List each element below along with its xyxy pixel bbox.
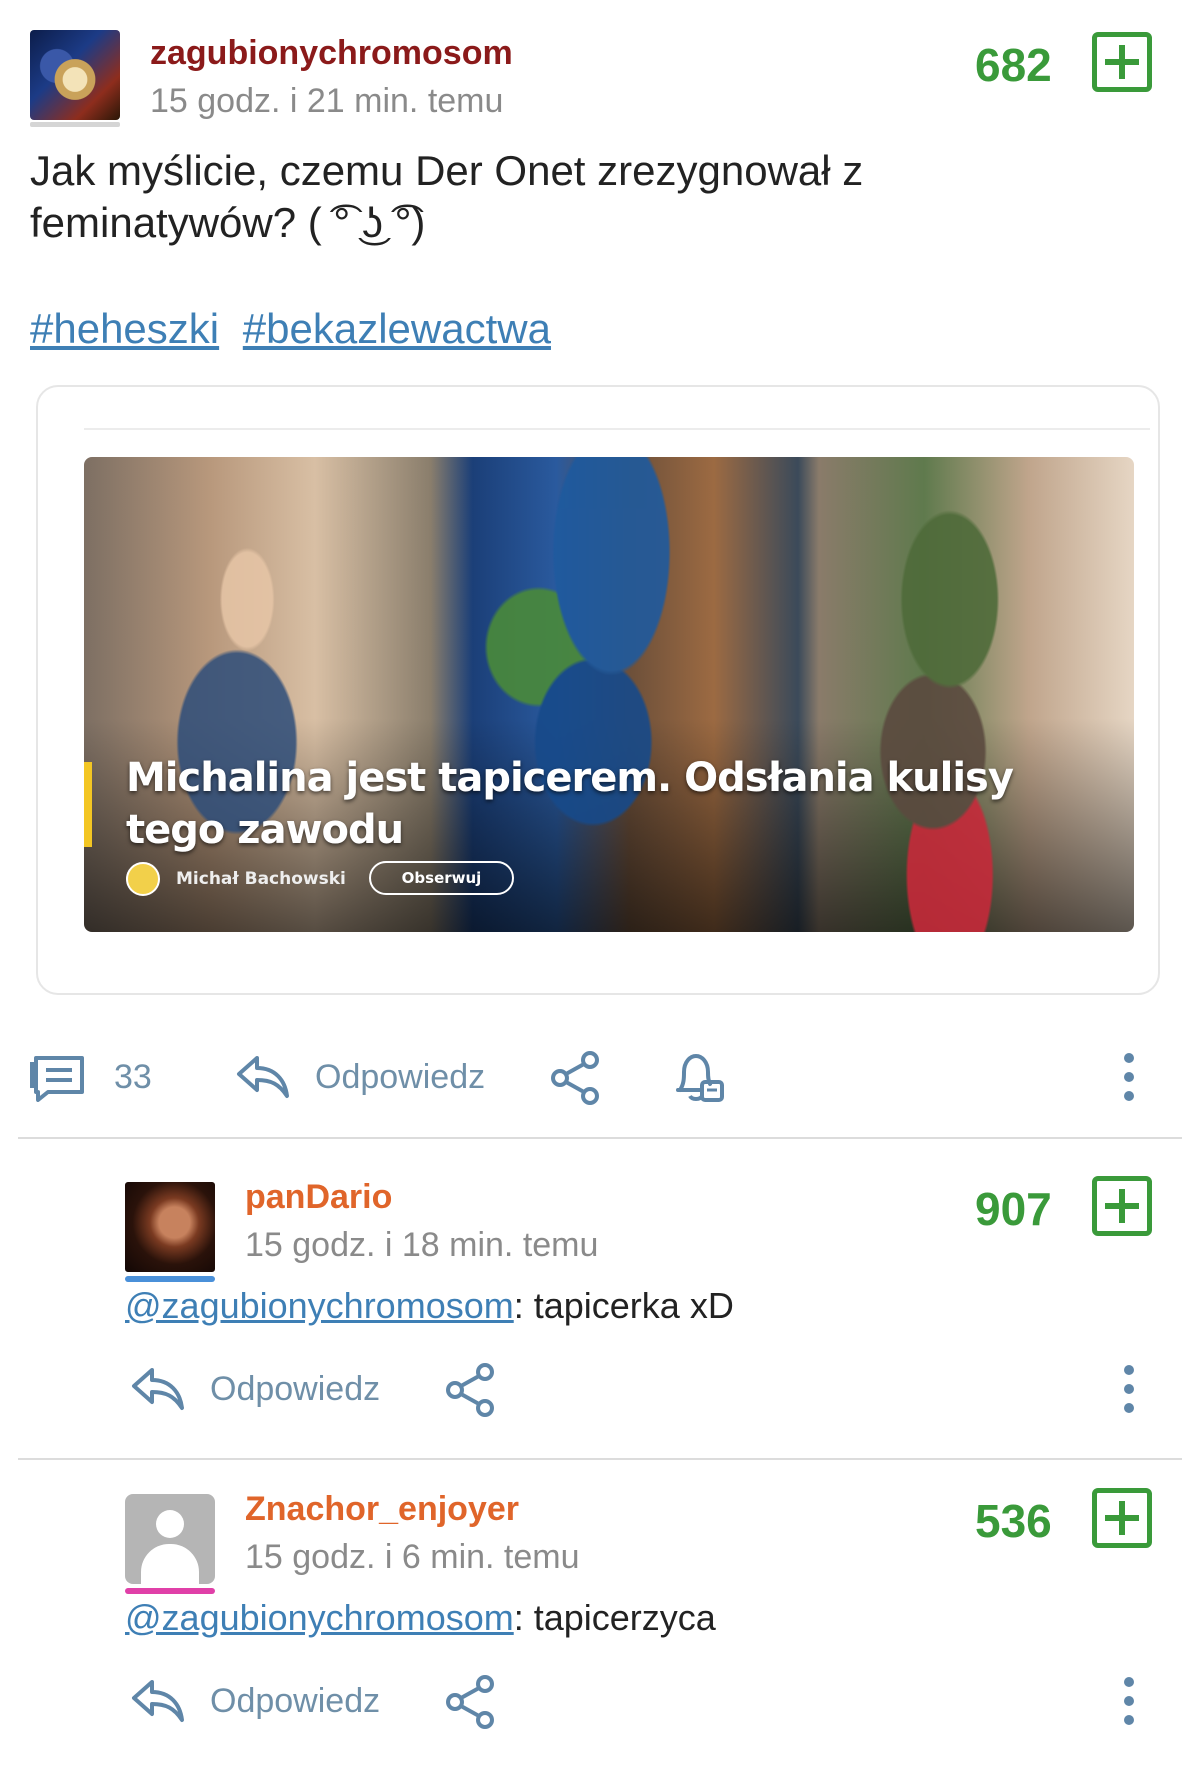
share-icon[interactable]: [443, 1362, 499, 1418]
embed-headline-line: Michalina jest tapicerem. Odsłania kulis…: [126, 755, 1014, 801]
more-options-icon[interactable]: [1124, 1053, 1134, 1101]
embed-headline-line: tego zawodu: [126, 807, 404, 853]
avatar-underline: [125, 1276, 215, 1282]
avatar-underline: [30, 122, 120, 127]
avatar[interactable]: [125, 1182, 215, 1272]
post-time: 15 godz. i 21 min. temu: [150, 82, 504, 120]
comment-text: : tapicerzyca: [513, 1597, 716, 1638]
comment-time: 15 godz. i 6 min. temu: [245, 1538, 580, 1576]
avatar-underline: [125, 1588, 215, 1594]
reply-button[interactable]: Odpowiedz: [315, 1058, 485, 1097]
comment-text: : tapicerka xD: [513, 1285, 734, 1326]
avatar[interactable]: [30, 30, 120, 120]
mention-link[interactable]: @zagubionychromosom: [125, 1597, 514, 1638]
reply-icon[interactable]: [130, 1676, 186, 1726]
comment-time: 15 godz. i 18 min. temu: [245, 1226, 599, 1264]
comments-icon[interactable]: [30, 1052, 86, 1102]
comment-body: @zagubionychromosom: tapicerka xD: [125, 1285, 734, 1327]
avatar-placeholder[interactable]: [125, 1494, 215, 1584]
embed-photo-panel: [799, 457, 1134, 932]
share-icon[interactable]: [548, 1050, 604, 1106]
embed-accent-bar: [84, 762, 92, 847]
mention-link[interactable]: @zagubionychromosom: [125, 1285, 514, 1326]
avatar-head-shape: [156, 1510, 184, 1538]
tag-link[interactable]: #heheszki: [30, 305, 219, 352]
share-icon[interactable]: [443, 1674, 499, 1730]
post-tags: #heheszki #bekazlewactwa: [30, 305, 563, 353]
divider: [18, 1458, 1182, 1460]
post-text-line: Jak myślicie, czemu Der Onet zrezygnował…: [30, 147, 864, 194]
comment-body: @zagubionychromosom: tapicerzyca: [125, 1597, 716, 1639]
more-options-icon[interactable]: [1124, 1365, 1134, 1413]
reply-icon[interactable]: [130, 1364, 186, 1414]
tag-link[interactable]: #bekazlewactwa: [243, 305, 551, 352]
embed-photo-panel: [84, 457, 424, 932]
post-text-line: feminatywów? ( ͡° ͜ʖ ͡°): [30, 199, 426, 246]
more-options-icon[interactable]: [1124, 1677, 1134, 1725]
reply-icon[interactable]: [235, 1052, 291, 1102]
comment-username[interactable]: Znachor_enjoyer: [245, 1490, 519, 1529]
comment-vote-count: 907: [975, 1183, 1052, 1235]
notification-bell-icon[interactable]: [670, 1050, 726, 1106]
embed-follow-button: Obserwuj: [369, 861, 514, 895]
comment-username[interactable]: panDario: [245, 1178, 392, 1217]
comment-vote-count: 536: [975, 1495, 1052, 1547]
reply-button[interactable]: Odpowiedz: [210, 1682, 380, 1721]
embed-headline: Michalina jest tapicerem. Odsłania kulis…: [126, 752, 1026, 856]
post-body: Jak myślicie, czemu Der Onet zrezygnował…: [30, 145, 1030, 249]
post-username[interactable]: zagubionychromosom: [150, 34, 513, 73]
plus-vote-icon[interactable]: [1092, 1488, 1152, 1548]
embed-author: Michał Bachowski: [176, 869, 346, 889]
comments-count[interactable]: 33: [114, 1058, 152, 1097]
post-vote-count: 682: [975, 39, 1052, 91]
divider: [18, 1137, 1182, 1139]
plus-vote-icon[interactable]: [1092, 1176, 1152, 1236]
plus-vote-icon[interactable]: [1092, 32, 1152, 92]
reply-button[interactable]: Odpowiedz: [210, 1370, 380, 1409]
avatar-body-shape: [141, 1544, 199, 1584]
embed-divider: [84, 428, 1150, 430]
embed-image[interactable]: Michalina jest tapicerem. Odsłania kulis…: [84, 457, 1134, 932]
embed-author-avatar: [126, 862, 160, 896]
